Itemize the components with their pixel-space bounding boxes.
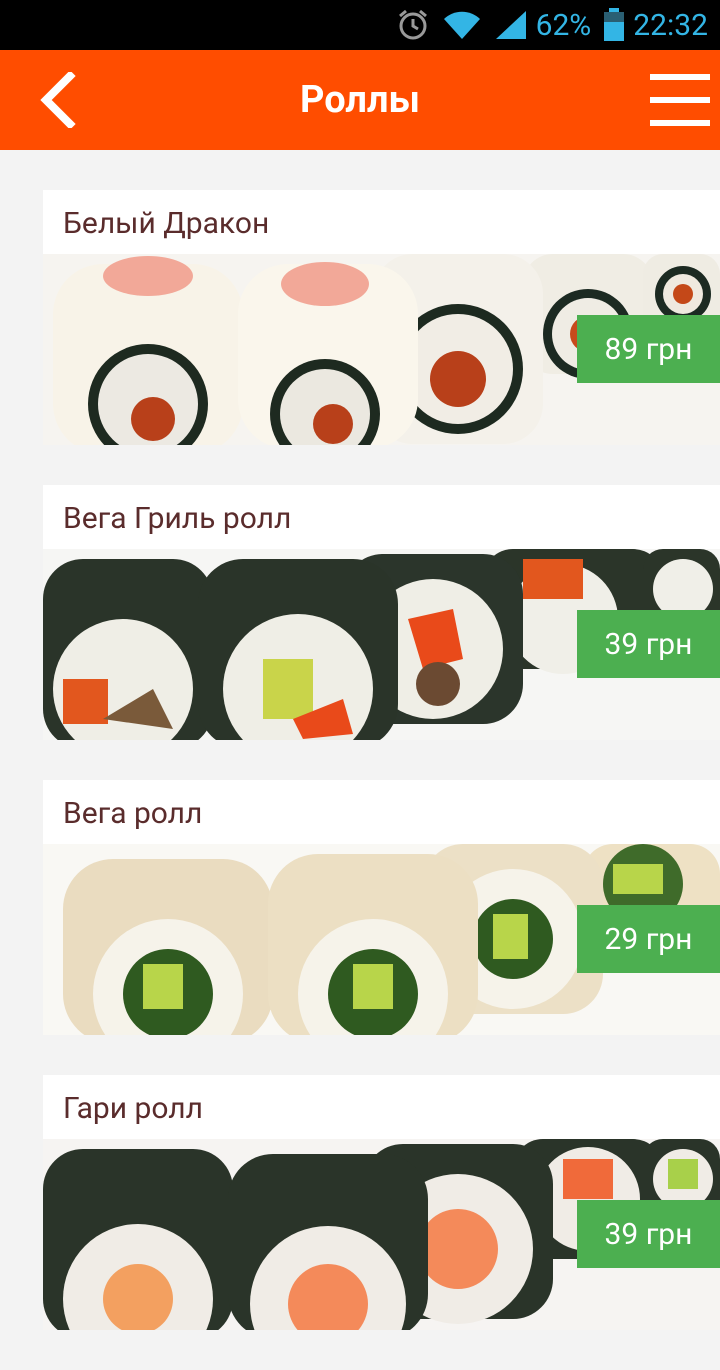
product-card[interactable]: Вега ролл 29 грн (43, 780, 720, 1035)
product-list: Белый Дракон 89 грн Вега Гриль ролл 39 г… (43, 190, 720, 1370)
product-name: Гари ролл (63, 1091, 203, 1126)
price-badge: 29 грн (577, 905, 720, 973)
status-bar: 62% 22:32 (0, 0, 720, 50)
price-badge: 39 грн (577, 610, 720, 678)
product-name: Вега ролл (63, 796, 203, 831)
product-name: Белый Дракон (63, 206, 270, 241)
menu-button[interactable] (650, 74, 710, 126)
app-bar: Роллы (0, 50, 720, 150)
hamburger-menu-icon (650, 74, 710, 80)
back-button[interactable] (30, 72, 86, 128)
page-title: Роллы (300, 78, 420, 122)
clock: 22:32 (633, 7, 708, 43)
product-name: Вега Гриль ролл (63, 501, 292, 536)
signal-icon (494, 9, 528, 41)
price-badge: 89 грн (577, 315, 720, 383)
price-badge: 39 грн (577, 1200, 720, 1268)
product-card[interactable]: Вега Гриль ролл 39 грн (43, 485, 720, 740)
chevron-left-icon (40, 72, 76, 128)
battery-icon (603, 8, 625, 42)
wifi-icon (442, 9, 482, 41)
product-card[interactable]: Гари ролл 39 грн (43, 1075, 720, 1330)
product-card[interactable]: Белый Дракон 89 грн (43, 190, 720, 445)
battery-percent: 62% (535, 7, 592, 43)
alarm-icon (396, 8, 430, 42)
